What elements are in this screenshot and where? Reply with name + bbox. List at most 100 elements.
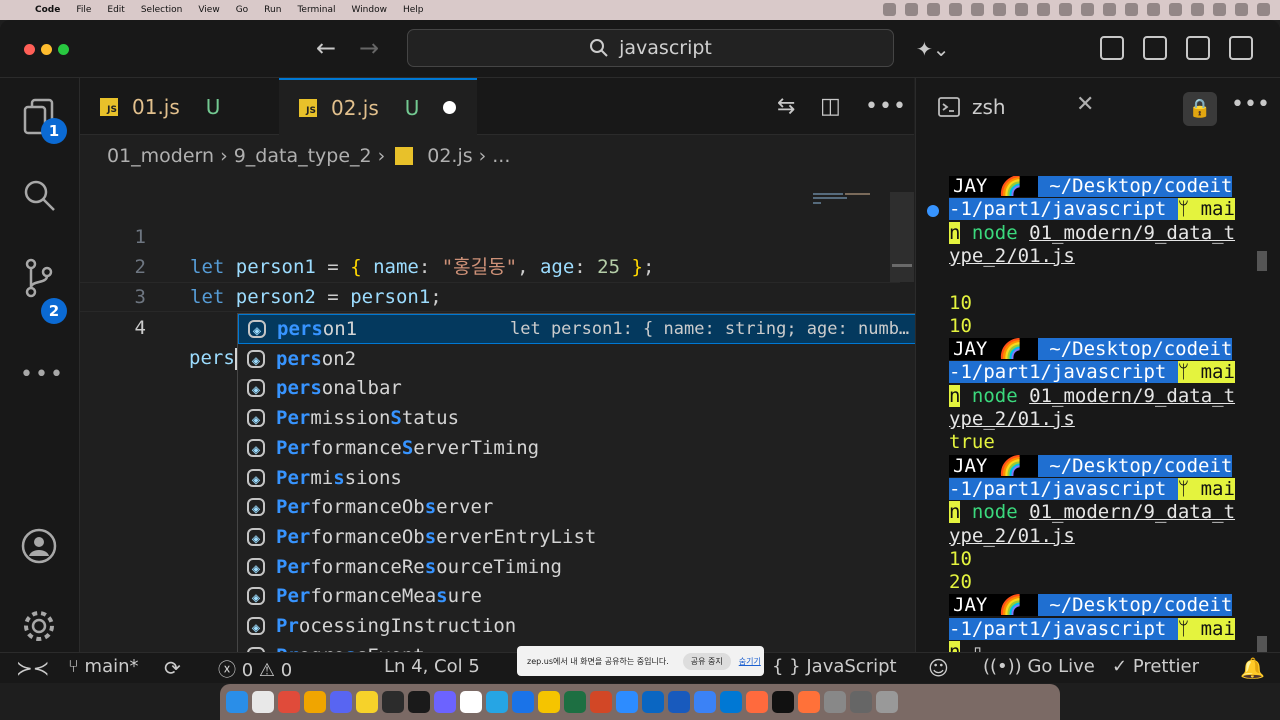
editor-scrollbar[interactable]	[890, 192, 914, 282]
dock-app-icon[interactable]	[850, 691, 872, 713]
more-actions-icon[interactable]: •••	[865, 94, 907, 119]
menu-view[interactable]: View	[198, 5, 219, 15]
dock-app-icon[interactable]	[642, 691, 664, 713]
dock-app-icon[interactable]	[824, 691, 846, 713]
toggle-panel-icon[interactable]	[1186, 36, 1210, 60]
menu-window[interactable]: Window	[351, 5, 387, 15]
source-control-icon[interactable]	[20, 258, 58, 298]
notifications-bell-icon[interactable]: 🔔	[1240, 656, 1265, 680]
dock-app-icon[interactable]	[330, 691, 352, 713]
scroll-thumb[interactable]	[892, 264, 912, 267]
suggestion-item[interactable]: ◈ person2	[238, 344, 936, 374]
problems-indicator[interactable]: ⓧ 0 ⚠ 0	[218, 656, 292, 682]
breadcrumb-file[interactable]: 02.js	[427, 145, 472, 167]
dock-app-icon[interactable]	[252, 691, 274, 713]
dock-app-icon[interactable]	[408, 691, 430, 713]
status-icon[interactable]	[1213, 3, 1226, 16]
status-icon[interactable]	[883, 3, 896, 16]
suggestion-item[interactable]: ◈ personalbar	[238, 373, 936, 403]
suggestion-item[interactable]: ◈ ProcessingInstruction	[238, 611, 936, 641]
status-icon[interactable]	[1015, 3, 1028, 16]
more-actions-icon[interactable]: •••	[1231, 92, 1270, 117]
minimize-window-button[interactable]	[41, 44, 52, 55]
dock-app-icon[interactable]	[226, 691, 248, 713]
status-icon[interactable]	[1235, 3, 1248, 16]
search-icon[interactable]	[20, 177, 58, 215]
breadcrumb-symbol[interactable]: ...	[492, 145, 510, 167]
sync-icon[interactable]: ⟳	[164, 656, 181, 680]
zoom-window-button[interactable]	[58, 44, 69, 55]
menu-file[interactable]: File	[76, 5, 91, 15]
suggestion-item[interactable]: ◈ Permissions	[238, 463, 936, 493]
minimap[interactable]	[813, 192, 883, 204]
language-mode[interactable]: { } JavaScript	[772, 656, 897, 677]
customize-layout-icon[interactable]	[1100, 36, 1124, 60]
menu-go[interactable]: Go	[236, 5, 248, 15]
forward-arrow-icon[interactable]: →	[359, 34, 379, 62]
dock-app-icon[interactable]	[538, 691, 560, 713]
toggle-sidebar-icon[interactable]	[1143, 36, 1167, 60]
menu-terminal[interactable]: Terminal	[297, 5, 335, 15]
status-icon[interactable]	[949, 3, 962, 16]
status-icon[interactable]	[971, 3, 984, 16]
dock-app-icon[interactable]	[434, 691, 456, 713]
menu-run[interactable]: Run	[264, 5, 281, 15]
dock-app-icon[interactable]	[876, 691, 898, 713]
open-changes-icon[interactable]: ⇆	[777, 94, 795, 119]
terminal-output[interactable]: JAY 🌈 ~/Desktop/codeit -1/part1/javascrip…	[949, 176, 1257, 656]
status-icon[interactable]	[1103, 3, 1116, 16]
status-icon[interactable]	[1081, 3, 1094, 16]
dock-app-icon[interactable]	[486, 691, 508, 713]
dock-app-icon[interactable]	[668, 691, 690, 713]
terminal-scrollbar[interactable]	[1257, 176, 1271, 656]
status-icon[interactable]	[1147, 3, 1160, 16]
dock-app-icon[interactable]	[460, 691, 482, 713]
hide-banner-link[interactable]: 숨기기	[739, 656, 761, 667]
breadcrumb-folder[interactable]: 01_modern	[107, 145, 214, 167]
menu-selection[interactable]: Selection	[141, 5, 182, 15]
dock-app-icon[interactable]	[356, 691, 378, 713]
status-icon[interactable]	[1169, 3, 1182, 16]
status-icon[interactable]	[1125, 3, 1138, 16]
remote-icon[interactable]: ≻≺	[16, 656, 50, 680]
command-decoration-dot[interactable]	[927, 205, 939, 217]
status-icon[interactable]	[1037, 3, 1050, 16]
command-center-search[interactable]: javascript	[407, 29, 894, 67]
stop-sharing-button[interactable]: 공유 중지	[682, 652, 731, 670]
suggestion-item[interactable]: ◈ PermissionStatus	[238, 403, 936, 433]
dock-app-icon[interactable]	[694, 691, 716, 713]
account-icon[interactable]	[20, 528, 58, 566]
unsaved-dot-icon[interactable]	[443, 101, 457, 114]
dock-app-icon[interactable]	[746, 691, 768, 713]
dock-app-icon[interactable]	[616, 691, 638, 713]
status-icon[interactable]	[905, 3, 918, 16]
suggestion-item[interactable]: ◈ PerformanceServerTiming	[238, 433, 936, 463]
status-icon[interactable]	[1059, 3, 1072, 16]
cursor-position[interactable]: Ln 4, Col 5	[384, 656, 480, 677]
suggestion-item[interactable]: ◈ PerformanceResourceTiming	[238, 552, 936, 582]
dock-app-icon[interactable]	[720, 691, 742, 713]
status-icon[interactable]	[1257, 3, 1270, 16]
lock-icon[interactable]: 🔒	[1183, 92, 1217, 126]
close-window-button[interactable]	[24, 44, 35, 55]
dock-app-icon[interactable]	[772, 691, 794, 713]
close-icon[interactable]: ✕	[1076, 92, 1094, 117]
toggle-secondary-sidebar-icon[interactable]	[1229, 36, 1253, 60]
suggestion-item[interactable]: ◈ PerformanceMeasure	[238, 581, 936, 611]
dock-app-icon[interactable]	[382, 691, 404, 713]
tab-02-js[interactable]: JS 02.js U	[279, 78, 477, 135]
split-editor-icon[interactable]: ◫	[820, 94, 841, 119]
status-icon[interactable]	[993, 3, 1006, 16]
menu-help[interactable]: Help	[403, 5, 424, 15]
dock-app-icon[interactable]	[278, 691, 300, 713]
copilot-icon[interactable]: ☺	[928, 656, 949, 680]
git-branch[interactable]: ⑂ main*	[68, 656, 139, 677]
dock-app-icon[interactable]	[304, 691, 326, 713]
copilot-chat-icon[interactable]: ✦⌄	[916, 37, 950, 61]
suggestion-item[interactable]: ◈ person1 let person1: { name: string; age…	[238, 314, 936, 344]
more-views-icon[interactable]: •••	[20, 356, 63, 394]
back-arrow-icon[interactable]: ←	[316, 34, 336, 62]
settings-gear-icon[interactable]	[20, 608, 58, 646]
menu-edit[interactable]: Edit	[107, 5, 124, 15]
tab-01-js[interactable]: JS 01.js U	[80, 78, 278, 135]
